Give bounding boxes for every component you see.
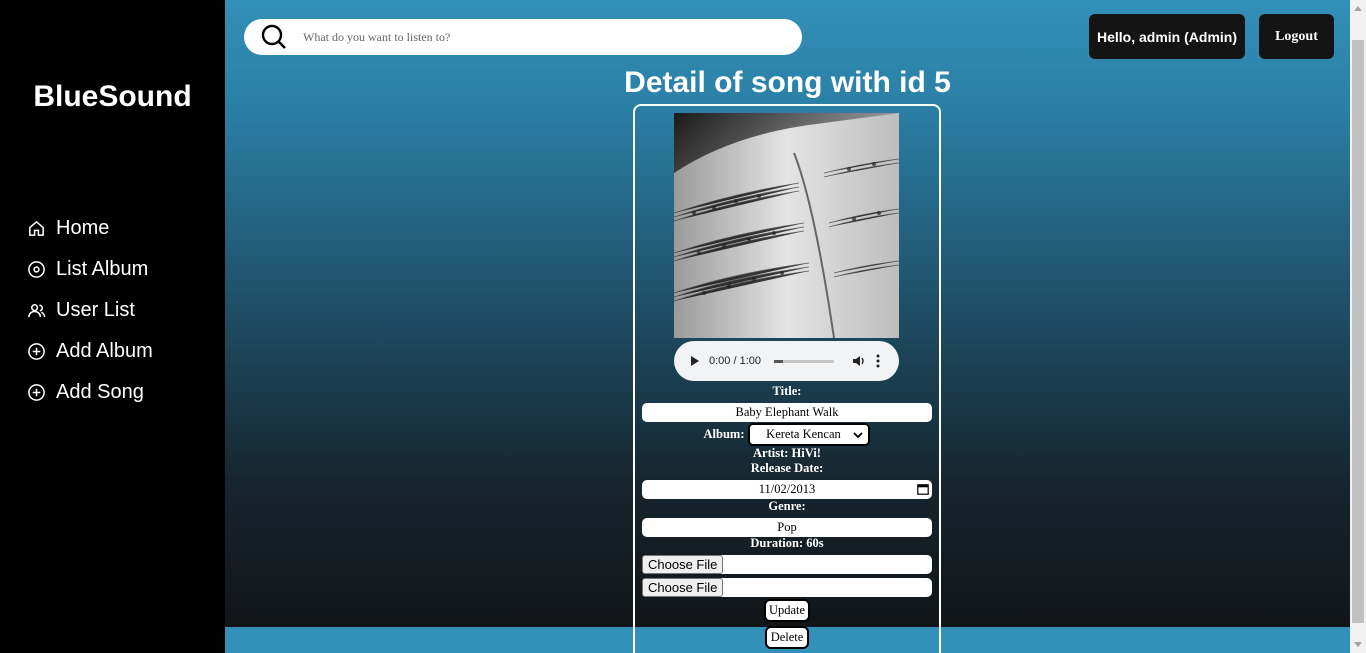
plus-circle-icon xyxy=(28,343,45,360)
audio-progress-bar[interactable] xyxy=(774,359,834,363)
app-logo[interactable]: BlueSound xyxy=(0,80,225,114)
sidebar-item-list-album[interactable]: List Album xyxy=(27,249,153,290)
sidebar-item-label: User List xyxy=(56,299,135,321)
duration-text: Duration: 60s xyxy=(750,536,824,550)
user-greeting-button[interactable]: Hello, admin (Admin) xyxy=(1089,14,1245,59)
sidebar-item-label: Add Album xyxy=(56,340,153,362)
album-selected-value: Kereta Kencan xyxy=(766,427,841,441)
play-icon[interactable] xyxy=(691,356,699,366)
audio-time: 0:00 / 1:00 xyxy=(709,355,761,367)
audio-player[interactable]: 0:00 / 1:00 xyxy=(674,341,899,381)
sidebar-item-home[interactable]: Home xyxy=(27,208,153,249)
image-file-input[interactable]: Choose File xyxy=(642,578,932,597)
sidebar-item-user-list[interactable]: User List xyxy=(27,290,153,331)
scroll-thumb[interactable] xyxy=(1352,40,1364,623)
home-icon xyxy=(29,220,44,236)
chevron-down-icon xyxy=(853,432,864,439)
album-label: Album: xyxy=(703,427,745,441)
disc-icon xyxy=(28,261,45,278)
search-icon[interactable] xyxy=(260,23,288,51)
audio-file-input[interactable]: Choose File xyxy=(642,555,932,574)
scroll-down-arrow-icon[interactable] xyxy=(1354,642,1362,647)
choose-file-button[interactable]: Choose File xyxy=(642,555,724,574)
sidebar-nav: Home List Album User List Add Album Add … xyxy=(27,208,153,413)
update-button[interactable]: Update xyxy=(764,599,810,622)
sidebar-item-label: List Album xyxy=(56,258,149,280)
album-select[interactable]: Kereta Kencan xyxy=(748,423,871,446)
calendar-icon[interactable] xyxy=(917,483,929,495)
delete-button[interactable]: Delete xyxy=(765,626,809,649)
sidebar-item-label: Add Song xyxy=(56,381,144,403)
release-date-label: Release Date: xyxy=(750,461,824,475)
genre-input[interactable]: Pop xyxy=(642,518,932,537)
release-date-value: 11/02/2013 xyxy=(758,482,816,496)
logout-button[interactable]: Logout xyxy=(1259,14,1334,59)
search-bar[interactable] xyxy=(244,19,802,55)
genre-label: Genre: xyxy=(768,499,806,513)
choose-file-button[interactable]: Choose File xyxy=(642,578,724,597)
sidebar-item-add-song[interactable]: Add Song xyxy=(27,372,153,413)
title-input[interactable]: Baby Elephant Walk xyxy=(642,403,932,422)
title-label: Title: xyxy=(772,384,802,398)
sidebar: BlueSound Home List Album User List Add … xyxy=(0,0,225,653)
sidebar-item-add-album[interactable]: Add Album xyxy=(27,331,153,372)
more-options-icon[interactable] xyxy=(876,354,880,368)
release-date-input[interactable]: 11/02/2013 xyxy=(642,480,932,499)
sidebar-item-label: Home xyxy=(56,217,110,239)
song-cover-image xyxy=(674,113,899,338)
scroll-up-arrow-icon[interactable] xyxy=(1354,6,1362,11)
users-icon xyxy=(28,304,46,318)
artist-text: Artist: HiVi! xyxy=(753,446,821,460)
page-title: Detail of song with id 5 xyxy=(624,66,951,99)
album-row: Album: Kereta Kencan xyxy=(633,423,941,446)
volume-icon[interactable] xyxy=(852,354,866,368)
search-input[interactable] xyxy=(303,29,783,45)
plus-circle-icon xyxy=(28,384,45,401)
vertical-scrollbar[interactable] xyxy=(1350,0,1366,653)
